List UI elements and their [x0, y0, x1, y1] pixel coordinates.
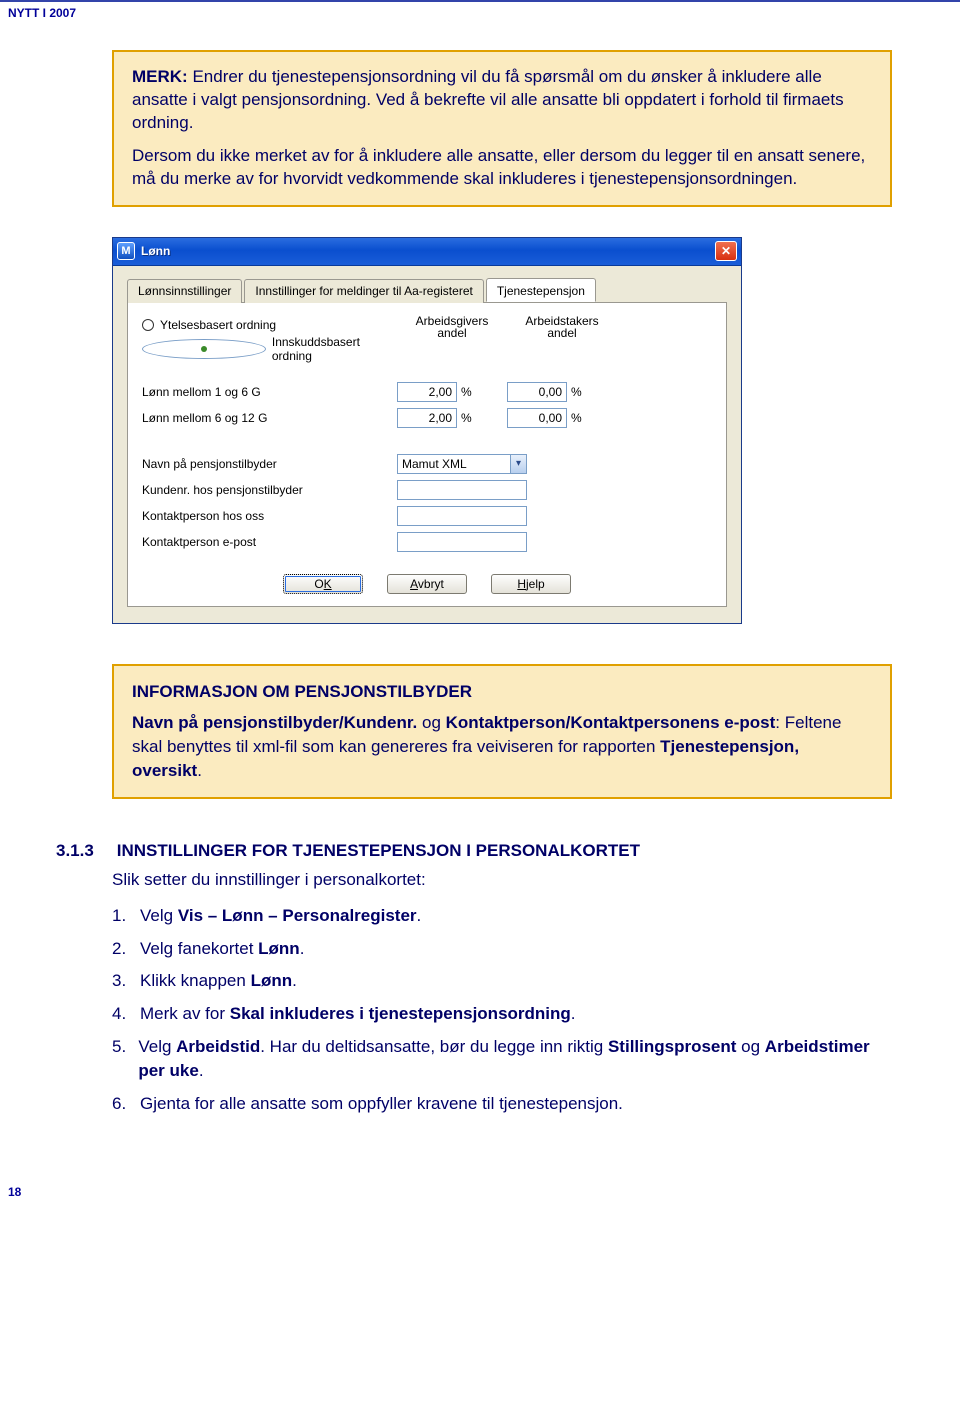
dialog-window: M Lønn ✕ Lønnsinnstillinger Innstillinge…: [112, 237, 742, 624]
row1-arbeidsgiver-input[interactable]: [397, 382, 457, 402]
header-label: NYTT I 2007: [0, 2, 960, 20]
navn-label: Navn på pensjonstilbyder: [142, 457, 397, 471]
percent-label: %: [571, 411, 582, 425]
list-item: 6.Gjenta for alle ansatte som oppfyller …: [112, 1092, 892, 1117]
row1-label: Lønn mellom 1 og 6 G: [142, 385, 397, 399]
close-icon[interactable]: ✕: [715, 241, 737, 261]
radio-icon: [142, 319, 154, 331]
tab-strip: Lønnsinnstillinger Innstillinger for mel…: [127, 278, 727, 303]
row1-arbeidstaker-input[interactable]: [507, 382, 567, 402]
hjelp-button[interactable]: Hjelp: [491, 574, 571, 594]
epost-input[interactable]: [397, 532, 527, 552]
dialog-title: Lønn: [141, 244, 715, 258]
section-number: 3.1.3: [56, 839, 112, 864]
row2-arbeidstaker-input[interactable]: [507, 408, 567, 428]
row2-arbeidsgiver-input[interactable]: [397, 408, 457, 428]
page-number: 18: [0, 1125, 960, 1199]
radio-icon: [142, 339, 266, 359]
note-p2: Dersom du ikke merket av for å inkludere…: [132, 145, 872, 191]
section-intro: Slik setter du innstillinger i personalk…: [112, 868, 892, 893]
kundenr-label: Kundenr. hos pensjonstilbyder: [142, 483, 397, 497]
content: MERK: Endrer du tjenestepensjonsordning …: [0, 20, 960, 1117]
kontakt-label: Kontaktperson hos oss: [142, 509, 397, 523]
tab-aa-registeret[interactable]: Innstillinger for meldinger til Aa-regis…: [244, 279, 483, 303]
note-p1: Endrer du tjenestepensjonsordning vil du…: [132, 67, 844, 132]
radio-label: Ytelsesbasert ordning: [160, 318, 276, 332]
info-box: INFORMASJON OM PENSJONSTILBYDER Navn på …: [112, 664, 892, 799]
col-arbeidstakers: Arbeidstakersandel: [507, 315, 617, 366]
button-row: OK Avbryt Hjelp: [142, 574, 712, 594]
list-item: 2.Velg fanekortet Lønn.: [112, 937, 892, 962]
list-item: 3.Klikk knappen Lønn.: [112, 969, 892, 994]
ok-button[interactable]: OK: [283, 574, 363, 594]
navn-select[interactable]: Mamut XML ▾: [397, 454, 527, 474]
navn-select-value: Mamut XML: [398, 457, 510, 471]
tab-tjenestepensjon[interactable]: Tjenestepensjon: [486, 278, 596, 302]
list-item: 5.Velg Arbeidstid. Har du deltidsansatte…: [112, 1035, 892, 1084]
radio-innskuddsbasert[interactable]: Innskuddsbasert ordning: [142, 335, 397, 363]
tab-pane: Ytelsesbasert ordning Innskuddsbasert or…: [127, 303, 727, 607]
list-item: 1.Velg Vis – Lønn – Personalregister.: [112, 904, 892, 929]
radio-label: Innskuddsbasert ordning: [272, 335, 397, 363]
section-title: INNSTILLINGER FOR TJENESTEPENSJON I PERS…: [117, 841, 640, 860]
percent-label: %: [461, 411, 472, 425]
info-title: INFORMASJON OM PENSJONSTILBYDER: [132, 680, 872, 704]
info-body: Navn på pensjonstilbyder/Kundenr. og Kon…: [132, 711, 872, 782]
tab-lonnsinnstillinger[interactable]: Lønnsinnstillinger: [127, 279, 242, 303]
kundenr-input[interactable]: [397, 480, 527, 500]
col-arbeidsgivers: Arbeidsgiversandel: [397, 315, 507, 366]
dialog-body: Lønnsinnstillinger Innstillinger for mel…: [113, 266, 741, 623]
row2-label: Lønn mellom 6 og 12 G: [142, 411, 397, 425]
section-list: 1.Velg Vis – Lønn – Personalregister. 2.…: [112, 904, 892, 1116]
note-merk: MERK:: [132, 67, 188, 86]
note-box-1: MERK: Endrer du tjenestepensjonsordning …: [112, 50, 892, 207]
list-item: 4.Merk av for Skal inkluderes i tjeneste…: [112, 1002, 892, 1027]
app-icon: M: [117, 242, 135, 260]
epost-label: Kontaktperson e-post: [142, 535, 397, 549]
page-root: NYTT I 2007 MERK: Endrer du tjenestepens…: [0, 0, 960, 1219]
percent-label: %: [571, 385, 582, 399]
section-313: 3.1.3 INNSTILLINGER FOR TJENESTEPENSJON …: [56, 839, 892, 1117]
avbryt-button[interactable]: Avbryt: [387, 574, 467, 594]
dialog-titlebar[interactable]: M Lønn ✕: [113, 238, 741, 266]
chevron-down-icon[interactable]: ▾: [510, 455, 526, 473]
radio-ytelsesbasert[interactable]: Ytelsesbasert ordning: [142, 318, 397, 332]
percent-label: %: [461, 385, 472, 399]
kontakt-input[interactable]: [397, 506, 527, 526]
